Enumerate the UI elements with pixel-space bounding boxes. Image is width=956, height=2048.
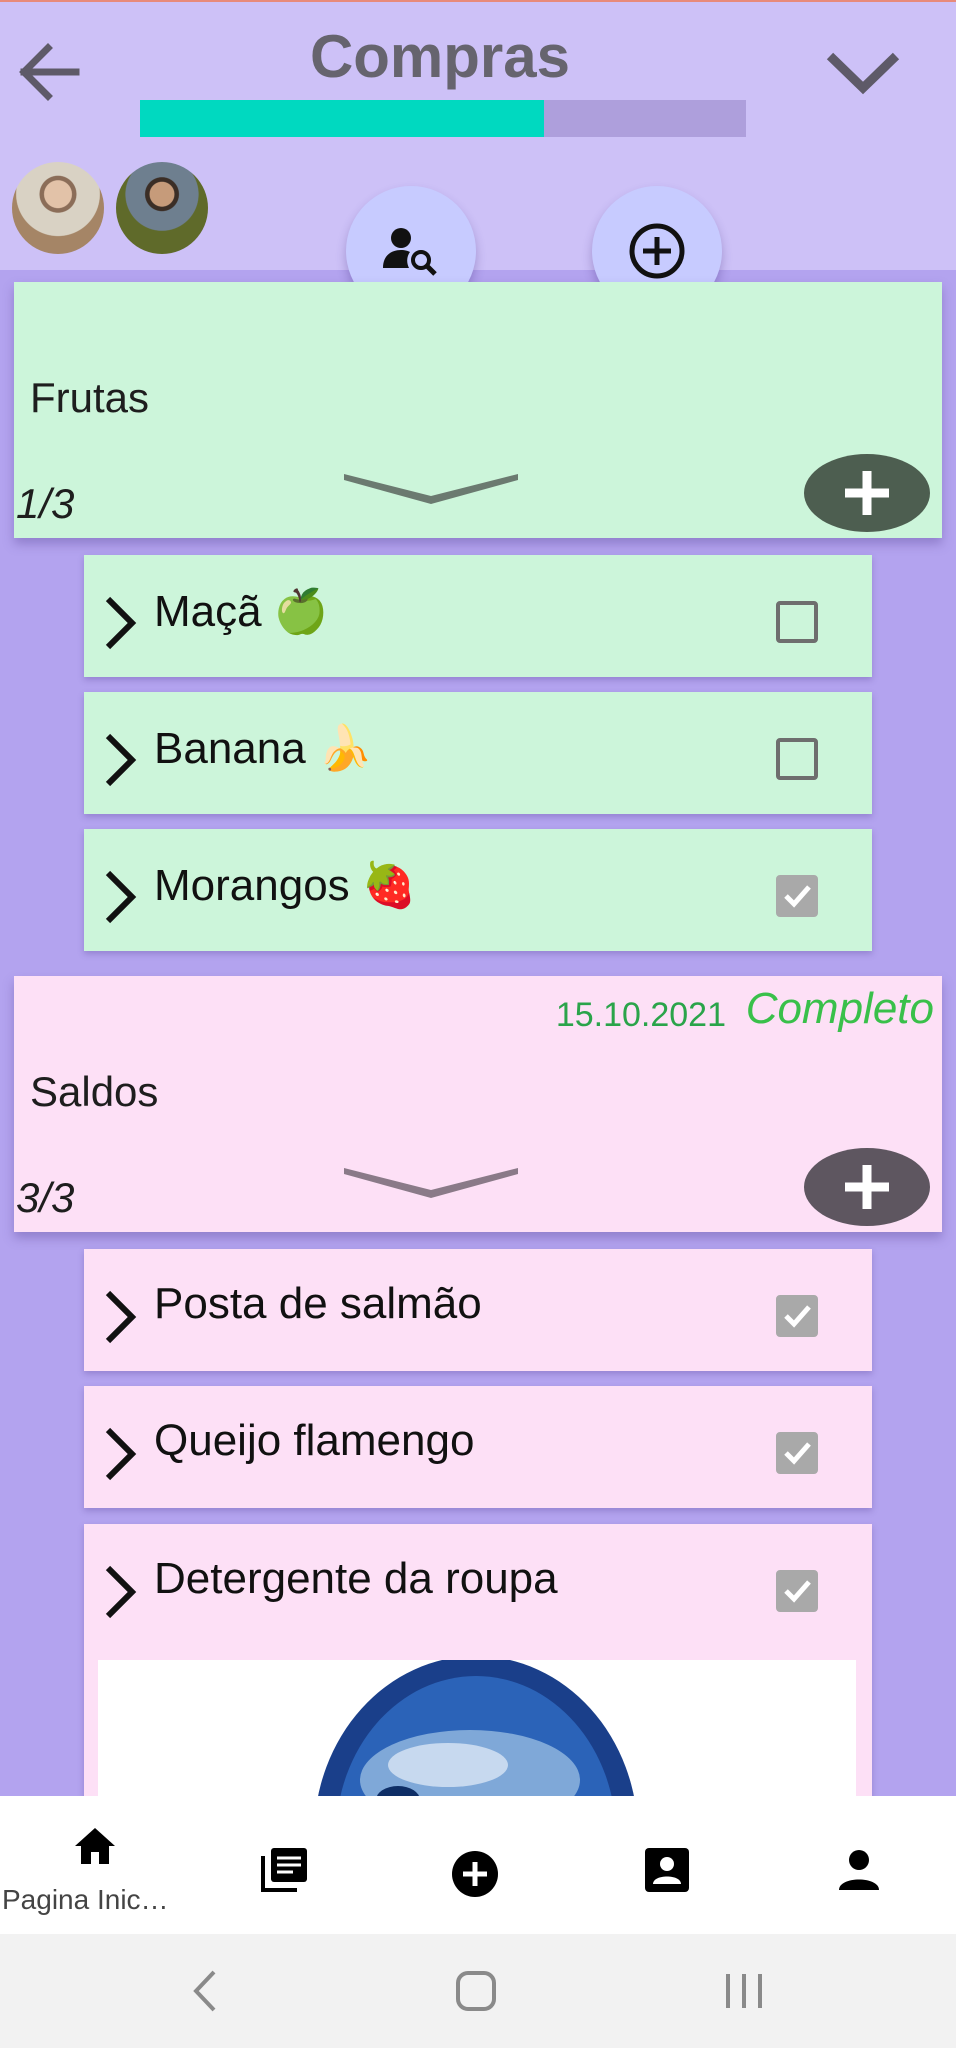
item-photo bbox=[98, 1660, 856, 1804]
arrow-left-icon[interactable] bbox=[14, 38, 82, 106]
nav-profile[interactable] bbox=[764, 1796, 954, 1934]
chevron-right-icon[interactable] bbox=[102, 869, 138, 925]
list-icon bbox=[261, 1848, 307, 1892]
add-circle-icon bbox=[452, 1851, 498, 1897]
page-title: Compras bbox=[309, 23, 571, 90]
plus-icon bbox=[845, 471, 889, 515]
category-card-frutas[interactable]: Frutas 1/3 bbox=[14, 282, 942, 538]
item-checkbox[interactable] bbox=[776, 738, 818, 780]
item-checkbox[interactable] bbox=[776, 1432, 818, 1474]
item-label: Morangos 🍓 bbox=[154, 861, 417, 910]
shopping-progress-bar bbox=[140, 100, 746, 137]
list-item[interactable]: Morangos 🍓 bbox=[84, 829, 872, 951]
system-navigation-bar bbox=[0, 1934, 956, 2048]
category-name: Saldos bbox=[30, 1068, 159, 1115]
status-badge: Completo bbox=[745, 984, 934, 1033]
bottom-navigation: Pagina Inic… bbox=[0, 1796, 956, 1934]
item-label: Maçã 🍏 bbox=[154, 587, 329, 636]
item-checkbox[interactable] bbox=[776, 875, 818, 917]
category-count: 3/3 bbox=[16, 1174, 75, 1221]
item-checkbox[interactable] bbox=[776, 1295, 818, 1337]
chevron-right-icon[interactable] bbox=[102, 1564, 138, 1620]
person-search-icon bbox=[383, 228, 437, 276]
app-header: Compras bbox=[0, 2, 956, 270]
expand-chevron-icon[interactable] bbox=[344, 472, 518, 506]
system-recents-icon[interactable] bbox=[714, 1964, 774, 2018]
avatar[interactable] bbox=[116, 162, 208, 254]
expand-chevron-icon[interactable] bbox=[344, 1166, 518, 1200]
chevron-right-icon[interactable] bbox=[102, 1426, 138, 1482]
add-item-button[interactable] bbox=[804, 454, 930, 532]
nav-add[interactable] bbox=[380, 1796, 570, 1934]
list-item[interactable]: Banana 🍌 bbox=[84, 692, 872, 814]
nav-lists[interactable] bbox=[190, 1796, 380, 1934]
chevron-right-icon[interactable] bbox=[102, 1289, 138, 1345]
add-item-button[interactable] bbox=[804, 1148, 930, 1226]
plus-circle-icon bbox=[629, 223, 685, 279]
check-icon bbox=[784, 885, 811, 908]
person-icon bbox=[839, 1850, 879, 1890]
item-label: Banana 🍌 bbox=[154, 724, 373, 773]
category-card-saldos[interactable]: 15.10.2021 Completo Saldos 3/3 bbox=[14, 976, 942, 1232]
item-checkbox[interactable] bbox=[776, 601, 818, 643]
check-icon bbox=[784, 1305, 811, 1328]
chevron-right-icon[interactable] bbox=[102, 595, 138, 651]
contact-card-icon bbox=[645, 1848, 689, 1892]
item-checkbox[interactable] bbox=[776, 1570, 818, 1612]
detergent-image bbox=[316, 1660, 636, 1804]
category-name: Frutas bbox=[30, 374, 150, 421]
nav-contacts[interactable] bbox=[572, 1796, 762, 1934]
check-icon bbox=[784, 1442, 811, 1465]
item-label: Detergente da roupa bbox=[154, 1554, 558, 1603]
progress-fill bbox=[140, 100, 545, 137]
list-item[interactable]: Queijo flamengo bbox=[84, 1386, 872, 1508]
nav-home[interactable]: Pagina Inic… bbox=[0, 1796, 190, 1934]
plus-icon bbox=[845, 1165, 889, 1209]
list-item[interactable]: Maçã 🍏 bbox=[84, 555, 872, 677]
list-item[interactable]: Posta de salmão bbox=[84, 1249, 872, 1371]
list-item[interactable]: Detergente da roupa bbox=[84, 1524, 872, 1804]
nav-home-label: Pagina Inic… bbox=[2, 1884, 169, 1915]
check-icon bbox=[784, 1580, 811, 1603]
home-icon bbox=[75, 1828, 115, 1864]
avatar[interactable] bbox=[12, 162, 104, 254]
completion-date: 15.10.2021 bbox=[555, 996, 726, 1034]
system-back-icon[interactable] bbox=[176, 1964, 236, 2018]
system-home-icon[interactable] bbox=[446, 1964, 506, 2018]
chevron-down-icon[interactable] bbox=[822, 42, 904, 102]
chevron-right-icon[interactable] bbox=[102, 732, 138, 788]
category-count: 1/3 bbox=[16, 480, 75, 527]
item-label: Posta de salmão bbox=[154, 1279, 482, 1328]
item-label: Queijo flamengo bbox=[154, 1416, 475, 1465]
